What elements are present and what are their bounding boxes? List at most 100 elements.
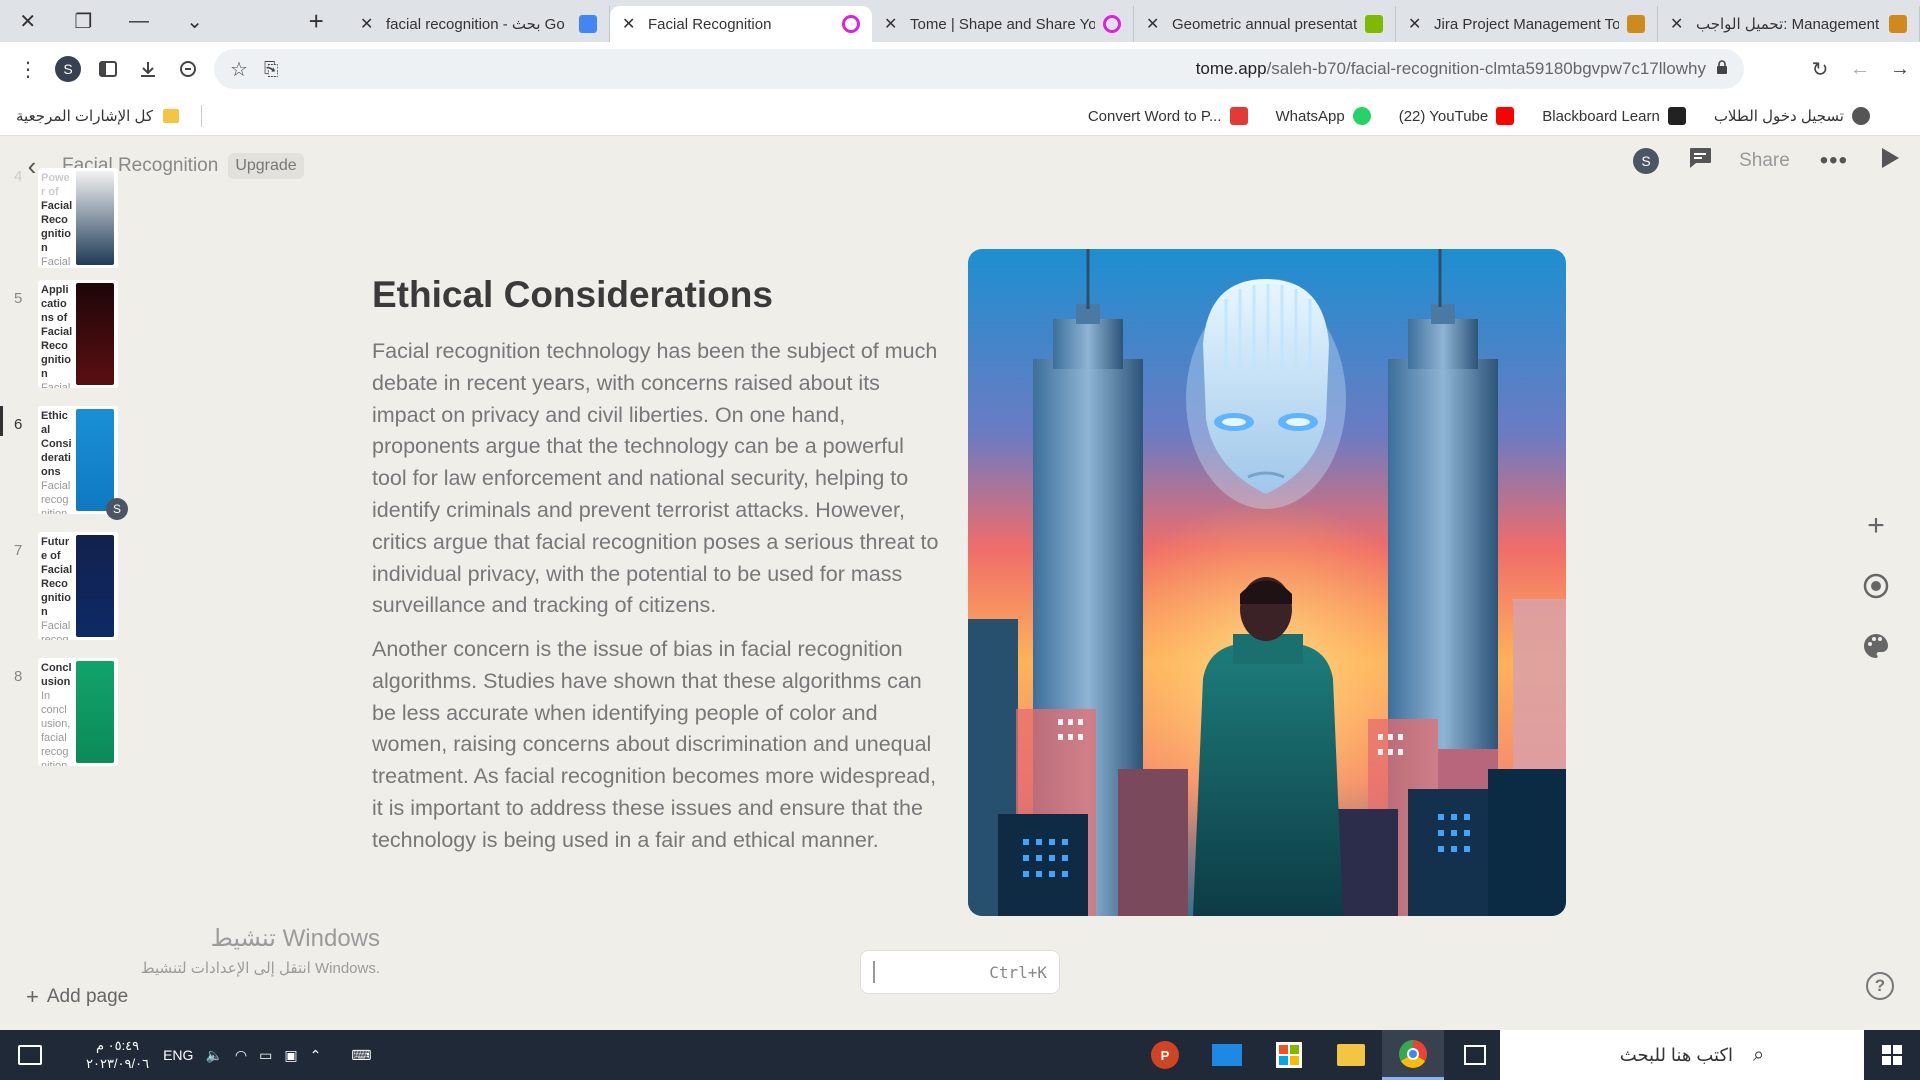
all-bookmarks[interactable]: كل الإشارات المرجعية	[16, 107, 179, 125]
bookmark-star-icon[interactable]: ☆	[230, 57, 248, 82]
windows-start-icon[interactable]	[1864, 1030, 1920, 1080]
browser-tab[interactable]: ✕ تحميل الواجب: Management Tool	[1658, 6, 1920, 42]
command-input[interactable]: Ctrl+K	[860, 950, 1060, 994]
thumbnail-card[interactable]: Applications ofFacialRecognitionFacialre…	[38, 280, 118, 388]
address-bar[interactable]: ☆ ⎘ tome.app/saleh-b70/facial-recognitio…	[214, 49, 1744, 89]
chrome-icon[interactable]	[1382, 1030, 1444, 1080]
tab-close-icon[interactable]: ✕	[884, 14, 902, 34]
browser-tab[interactable]: ✕ Geometric annual presentat	[1134, 6, 1397, 42]
thumbnail-title-line: Facial	[41, 200, 73, 212]
language-indicator[interactable]: ENG	[163, 1047, 193, 1063]
thumbnail-card[interactable]: Concl usion In concl usion, facial recog nition	[38, 658, 118, 766]
comment-icon[interactable]	[1687, 146, 1713, 175]
tab-close-icon[interactable]: ✕	[1408, 14, 1426, 34]
profile-avatar: S	[55, 56, 81, 82]
bookmark-label: Convert Word to P...	[1087, 107, 1222, 125]
thumbnail-image	[76, 283, 114, 385]
forward-arrow-icon[interactable]: →	[1880, 49, 1920, 89]
battery-icon[interactable]: ▭	[259, 1047, 272, 1064]
tab-title: Tome | Shape and Share You	[910, 15, 1096, 33]
mail-icon[interactable]	[1196, 1030, 1258, 1080]
upgrade-badge[interactable]: Upgrade	[228, 153, 304, 179]
notification-icon[interactable]	[18, 1045, 42, 1065]
meet-icon[interactable]: ▣	[284, 1047, 297, 1064]
theme-palette-icon[interactable]	[1858, 628, 1894, 664]
slide-paragraph-2[interactable]: Another concern is the issue of bias in …	[372, 634, 942, 857]
file-explorer-icon[interactable]	[1320, 1030, 1382, 1080]
thumbnail-body-line: recog	[41, 494, 69, 506]
tray-chevron-up-icon[interactable]: ⌃	[310, 1047, 322, 1064]
tab-title: Geometric annual presentat	[1172, 15, 1358, 33]
url-text[interactable]: tome.app/saleh-b70/facial-recognition-cl…	[1196, 59, 1706, 79]
record-icon[interactable]	[1858, 568, 1894, 604]
thumbnail-avatar: S	[106, 498, 128, 520]
tab-title: Jira Project Management To	[1434, 15, 1620, 33]
bookmark-item[interactable]: تسجيل دخول الطلاب	[1714, 107, 1870, 125]
tab-close-icon[interactable]: ✕	[622, 14, 640, 34]
thumbnail-card[interactable]: EthicalConsiderationsFacialrecognitionte…	[38, 406, 118, 514]
store-icon[interactable]	[1258, 1030, 1320, 1080]
play-icon[interactable]	[1880, 147, 1900, 174]
keyboard-icon[interactable]: ⌨	[351, 1047, 371, 1064]
page-number: 7	[14, 542, 23, 559]
tome-icon	[1103, 15, 1122, 33]
bookmark-label: WhatsApp	[1275, 107, 1345, 125]
text-caret	[873, 961, 875, 983]
restore-window-icon[interactable]: ❐	[56, 0, 112, 42]
taskbar-search[interactable]: ⌕ اكتب هنا للبحث	[1500, 1030, 1864, 1080]
chart-icon	[1627, 15, 1646, 33]
thumbnail-card[interactable]: Power ofFacialRecognitionFacialrecog	[38, 168, 118, 268]
task-view-icon[interactable]	[1444, 1030, 1506, 1080]
new-tab-button[interactable]: +	[292, 0, 340, 42]
sidepanel-icon[interactable]	[88, 49, 128, 89]
minimize-window-icon[interactable]: —	[111, 0, 167, 42]
menu-kebab-icon[interactable]: ⋮	[8, 49, 48, 89]
share-page-icon[interactable]: ⎘	[264, 59, 278, 80]
slide-title[interactable]: Ethical Considerations	[372, 274, 773, 316]
hero-illustration[interactable]	[968, 249, 1566, 916]
add-content-plus-icon[interactable]: +	[1858, 508, 1894, 544]
tab-close-icon[interactable]: ✕	[1670, 14, 1688, 34]
google-icon	[579, 15, 598, 33]
thumbnail-text: Concl usion In concl usion, facial recog nition	[38, 658, 76, 766]
collaborator-avatar[interactable]: S	[1633, 147, 1660, 174]
close-window-icon[interactable]: ✕	[0, 0, 56, 42]
clock[interactable]: ٠٥:٤٩ م ٢٠٢٣/٠٩/٠٦	[86, 1037, 149, 1073]
browser-tab[interactable]: ✕ facial recognition - بحث Go	[348, 6, 611, 42]
tab-close-icon[interactable]: ✕	[360, 14, 378, 34]
thumbnail-image	[76, 535, 114, 637]
profile-button[interactable]: S	[48, 49, 88, 89]
page-thumbnail-sidebar: 4 Powe r of Facial Reco gnitio n Facial recog 5 Ap…	[0, 168, 130, 976]
browser-tab[interactable]: ✕ Facial Recognition	[610, 6, 873, 42]
page-number: 8	[14, 668, 23, 685]
thumbnail-title-line: Appli	[41, 284, 69, 296]
chart-icon	[1667, 107, 1686, 125]
browser-titlebar: ✕ ❐ — ⌄ + ✕ facial recognition - بحث Go ✕ F…	[0, 0, 1920, 42]
search-placeholder: اكتب هنا للبحث	[1619, 1044, 1734, 1065]
tab-search-chevron-icon[interactable]: ⌄	[167, 0, 223, 42]
share-button[interactable]: Share	[1739, 150, 1790, 172]
volume-icon[interactable]: 🔈	[205, 1047, 222, 1064]
more-options-icon[interactable]: •••	[1820, 147, 1848, 175]
back-arrow-icon[interactable]: ←	[1840, 49, 1880, 89]
tab-close-icon[interactable]: ✕	[1146, 14, 1164, 34]
browser-tab[interactable]: ✕ Jira Project Management To	[1396, 6, 1659, 42]
extension-icon[interactable]	[168, 49, 208, 89]
bookmark-item[interactable]: Convert Word to P...	[1088, 107, 1248, 125]
bookmark-item[interactable]: (22) YouTube	[1399, 107, 1515, 125]
slide-paragraph-1[interactable]: Facial recognition technology has been t…	[372, 336, 942, 622]
bookmark-item[interactable]: WhatsApp	[1276, 107, 1371, 125]
bookmarks-divider	[201, 104, 202, 127]
bookmark-item[interactable]: Blackboard Learn	[1542, 107, 1686, 125]
download-icon[interactable]	[128, 49, 168, 89]
powerpoint-icon[interactable]: P	[1134, 1030, 1196, 1080]
thumbnail-card[interactable]: Future ofFacialRecognitionFacialrecognit…	[38, 532, 118, 640]
reload-icon[interactable]: ↻	[1800, 49, 1840, 89]
help-icon[interactable]: ?	[1866, 972, 1894, 1000]
add-page-button[interactable]: + Add page	[26, 984, 128, 1010]
lock-icon[interactable]	[1716, 59, 1728, 79]
active-page-marker	[0, 406, 3, 436]
thumbnail-title-line: Facial	[41, 326, 73, 338]
browser-tab[interactable]: ✕ Tome | Shape and Share You	[872, 6, 1135, 42]
wifi-icon[interactable]: ◠	[235, 1047, 247, 1064]
